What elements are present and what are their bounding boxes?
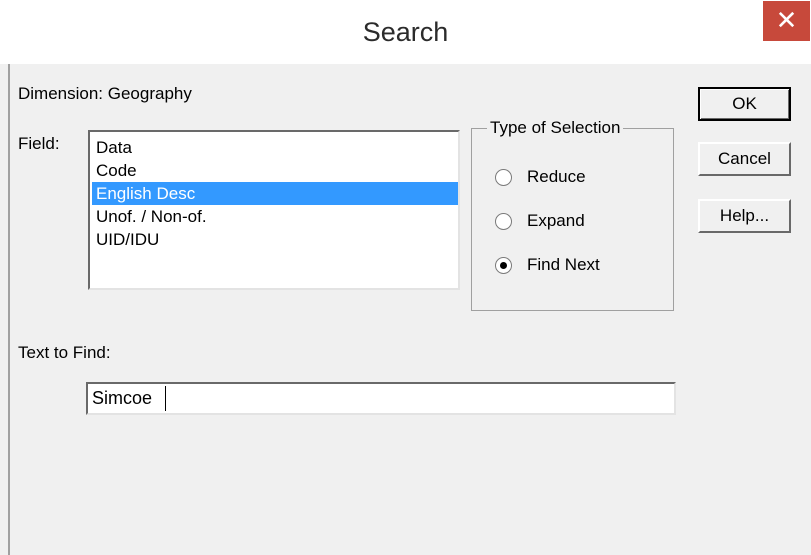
title-bar: Search ✕	[0, 0, 811, 64]
close-button[interactable]: ✕	[763, 1, 810, 41]
text-caret	[165, 386, 166, 411]
cancel-button[interactable]: Cancel	[698, 142, 791, 176]
ok-button[interactable]: OK	[698, 87, 791, 121]
expand-radio[interactable]	[495, 213, 512, 230]
field-listbox[interactable]: Data Code English Desc Unof. / Non-of. U…	[88, 130, 460, 290]
expand-label[interactable]: Expand	[527, 211, 585, 231]
radio-checked-dot	[500, 262, 507, 269]
find-next-radio[interactable]	[495, 257, 512, 274]
list-item[interactable]: UID/IDU	[92, 228, 458, 251]
text-to-find-label: Text to Find:	[18, 343, 111, 362]
find-next-label[interactable]: Find Next	[527, 255, 600, 275]
help-button[interactable]: Help...	[698, 199, 791, 233]
reduce-radio[interactable]	[495, 169, 512, 186]
window-title: Search	[362, 17, 449, 47]
text-to-find-input[interactable]: Simcoe	[86, 382, 676, 415]
list-item[interactable]: Data	[92, 136, 458, 159]
reduce-label[interactable]: Reduce	[527, 167, 586, 187]
list-item-selected[interactable]: English Desc	[92, 182, 458, 205]
list-item[interactable]: Unof. / Non-of.	[92, 205, 458, 228]
list-item[interactable]: Code	[92, 159, 458, 182]
close-icon: ✕	[775, 5, 798, 35]
field-label: Field:	[18, 134, 60, 153]
type-of-selection-title: Type of Selection	[487, 118, 624, 138]
dimension-label: Dimension: Geography	[18, 84, 192, 103]
